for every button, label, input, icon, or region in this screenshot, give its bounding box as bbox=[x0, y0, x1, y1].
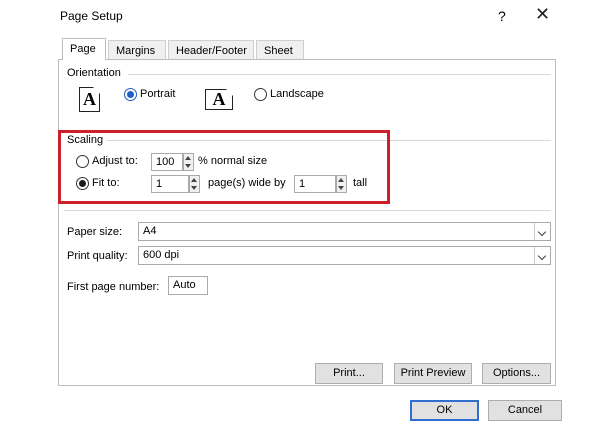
ok-button[interactable]: OK bbox=[410, 400, 479, 421]
options-button[interactable]: Options... bbox=[482, 363, 551, 384]
print-button[interactable]: Print... bbox=[315, 363, 383, 384]
close-icon: ✕ bbox=[535, 4, 551, 24]
print-quality-select[interactable]: 600 dpi bbox=[138, 246, 551, 265]
orientation-label: Orientation bbox=[67, 67, 121, 79]
scaling-bottom-separator bbox=[64, 210, 551, 211]
landscape-page-icon: A bbox=[205, 89, 233, 110]
paper-size-label: Paper size: bbox=[67, 226, 123, 238]
orientation-separator bbox=[128, 74, 551, 75]
print-quality-label: Print quality: bbox=[67, 250, 128, 262]
portrait-radio[interactable] bbox=[124, 88, 137, 101]
tab-sheet[interactable]: Sheet bbox=[256, 40, 304, 60]
first-page-number-label: First page number: bbox=[67, 281, 160, 293]
help-button[interactable]: ? bbox=[498, 8, 506, 24]
first-page-number-input[interactable]: Auto bbox=[168, 276, 208, 295]
portrait-page-icon: A bbox=[79, 87, 100, 112]
landscape-radio[interactable] bbox=[254, 88, 267, 101]
tab-header-footer[interactable]: Header/Footer bbox=[168, 40, 254, 60]
print-quality-value: 600 dpi bbox=[143, 249, 180, 261]
landscape-label[interactable]: Landscape bbox=[270, 88, 324, 100]
cancel-button[interactable]: Cancel bbox=[488, 400, 562, 421]
portrait-label[interactable]: Portrait bbox=[140, 88, 175, 100]
print-preview-button[interactable]: Print Preview bbox=[394, 363, 472, 384]
paper-size-select[interactable]: A4 bbox=[138, 222, 551, 241]
chevron-down-icon bbox=[534, 223, 550, 240]
chevron-down-icon bbox=[534, 247, 550, 264]
tab-margins[interactable]: Margins bbox=[108, 40, 166, 60]
close-button[interactable]: ✕ bbox=[535, 4, 550, 25]
scaling-highlight-box bbox=[58, 130, 390, 204]
dialog-title: Page Setup bbox=[60, 9, 123, 23]
paper-size-value: A4 bbox=[143, 225, 157, 237]
tab-page[interactable]: Page bbox=[62, 38, 106, 60]
